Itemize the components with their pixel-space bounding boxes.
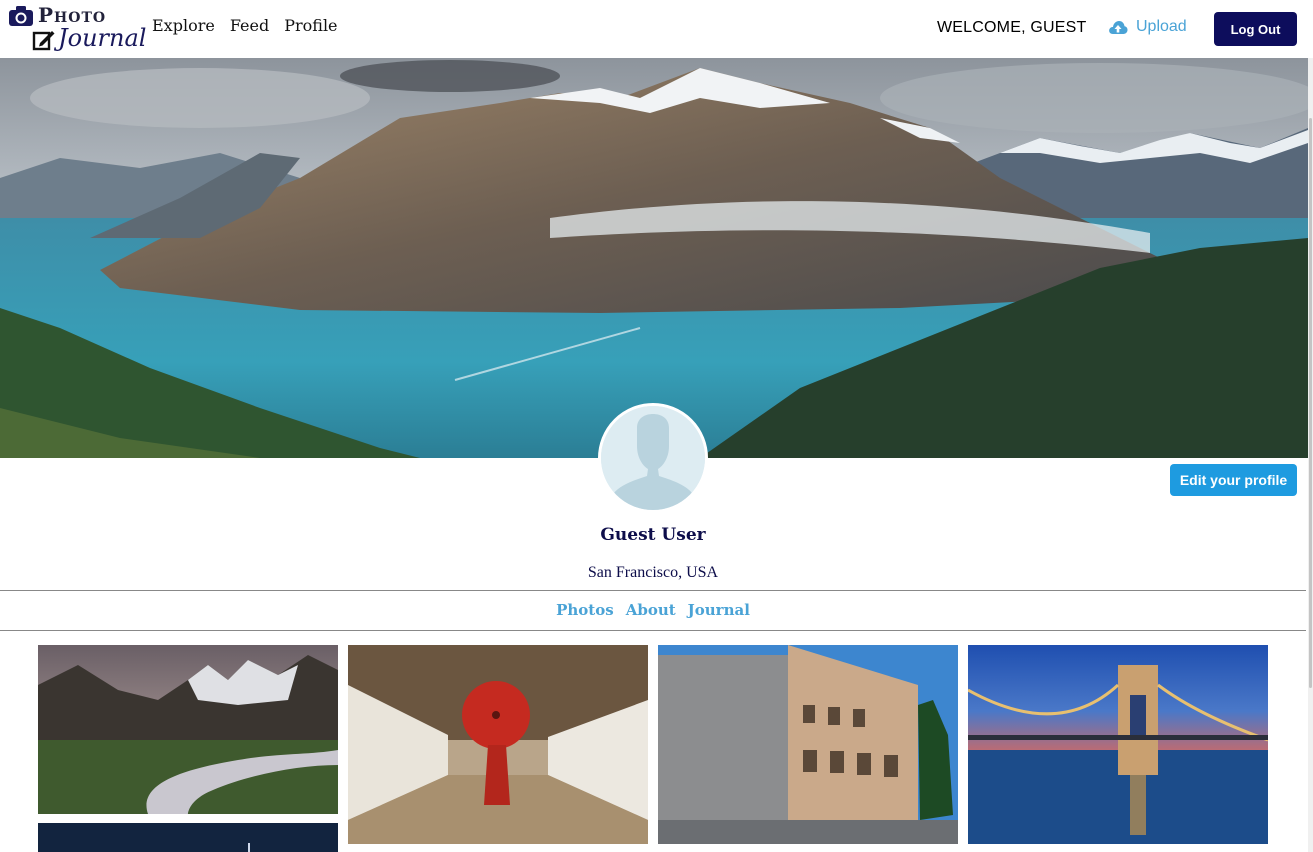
divider <box>0 590 1306 591</box>
photo-colosseum[interactable] <box>658 645 958 844</box>
logo-text-bottom: Journal <box>58 24 147 52</box>
photo-monk-red-umbrella[interactable] <box>348 645 648 844</box>
upload-label: Upload <box>1136 18 1187 35</box>
edit-profile-button[interactable]: Edit your profile <box>1170 464 1297 496</box>
main-nav: Explore Feed Profile <box>152 16 338 35</box>
divider <box>0 630 1306 631</box>
photo-night-sky[interactable] <box>38 823 338 852</box>
nav-profile[interactable]: Profile <box>284 16 337 35</box>
tab-journal[interactable]: Journal <box>688 601 750 619</box>
page-scrollbar[interactable] <box>1308 58 1313 852</box>
log-out-button[interactable]: Log Out <box>1214 12 1297 46</box>
top-navbar: Photo Journal Explore Feed Profile WELCO… <box>0 0 1313 58</box>
tab-photos[interactable]: Photos <box>556 601 614 619</box>
upload-link[interactable]: Upload <box>1108 18 1187 36</box>
user-silhouette-icon <box>601 406 705 510</box>
cover-photo <box>0 58 1308 458</box>
profile-location: San Francisco, USA <box>587 564 719 581</box>
profile-tabs: Photos About Journal <box>0 601 1306 619</box>
photo-journal-logo[interactable]: Photo Journal <box>8 2 147 56</box>
tab-about[interactable]: About <box>626 601 676 619</box>
photo-mountain-river[interactable] <box>38 645 338 814</box>
cloud-upload-icon <box>1109 21 1128 34</box>
nav-feed[interactable]: Feed <box>230 16 269 35</box>
edit-note-icon <box>32 31 55 51</box>
camera-icon <box>9 6 33 26</box>
profile-avatar[interactable] <box>598 403 708 513</box>
welcome-message: WELCOME, GUEST <box>937 19 1087 36</box>
scrollbar-thumb[interactable] <box>1309 118 1312 688</box>
profile-name: Guest User <box>600 525 706 545</box>
nav-explore[interactable]: Explore <box>152 16 215 35</box>
photo-chain-bridge[interactable] <box>968 645 1268 844</box>
